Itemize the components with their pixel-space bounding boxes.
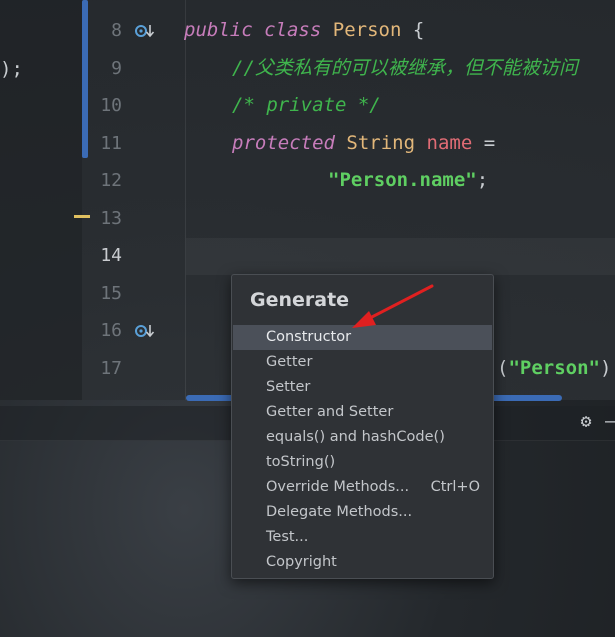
menu-item-label: Getter and Setter (266, 404, 394, 420)
override-arrow-icon[interactable] (135, 22, 157, 40)
line-number: 16 (100, 320, 122, 341)
gutter-separator (185, 0, 186, 400)
code-line-8: public class Person { (184, 12, 424, 49)
code-line-12: "Person.name"; (328, 162, 488, 199)
keyword-class: class (264, 19, 322, 41)
menu-item-label: toString() (266, 454, 336, 470)
menu-item-label: Setter (266, 379, 311, 395)
menu-item-test[interactable]: Test... (233, 525, 492, 550)
left-pane-code-fragment: ); (0, 58, 23, 80)
menu-item-label: Constructor (266, 329, 352, 345)
semicolon: ; (476, 169, 489, 191)
block-comment: /* private */ (232, 94, 381, 116)
menu-item-shortcut: Ctrl+O (430, 479, 480, 495)
line-number: 12 (100, 170, 122, 191)
popup-title: Generate (250, 289, 350, 311)
field-name: name (426, 132, 473, 154)
menu-item-constructor[interactable]: Constructor (233, 325, 492, 350)
line-number-active: 14 (100, 245, 122, 266)
code-line-11: protected String name = (232, 125, 495, 162)
menu-item-label: Copyright (266, 554, 337, 570)
class-name: Person (332, 19, 402, 41)
line-number: 10 (100, 95, 122, 116)
menu-item-label: Delegate Methods... (266, 504, 413, 520)
code-line-9: //父类私有的可以被继承，但不能被访问 (232, 50, 578, 87)
line-comment: //父类私有的可以被继承，但不能被访问 (232, 57, 578, 79)
current-line-highlight (186, 238, 615, 275)
type-string: String (346, 132, 416, 154)
menu-item-tostring[interactable]: toString() (233, 450, 492, 475)
override-arrow-icon[interactable] (135, 322, 157, 340)
close-paren: ) (599, 357, 612, 379)
keyword-protected: protected (232, 132, 335, 154)
change-marker-bar (82, 0, 88, 158)
menu-item-override-methods[interactable]: Override Methods... Ctrl+O (233, 475, 492, 500)
menu-item-delegate-methods[interactable]: Delegate Methods... (233, 500, 492, 525)
open-paren: ( (497, 357, 509, 379)
code-line-17: ("Person") (497, 350, 611, 387)
warning-marker (74, 215, 90, 218)
menu-item-label: equals() and hashCode() (266, 429, 445, 445)
line-number: 15 (100, 283, 122, 304)
line-number: 8 (111, 20, 122, 41)
menu-item-label: Test... (266, 529, 309, 545)
string-literal: "Person" (508, 357, 600, 379)
code-line-10: /* private */ (232, 87, 381, 124)
open-brace: { (401, 19, 425, 41)
gear-icon[interactable]: ⚙ (575, 411, 597, 433)
hide-icon[interactable]: – (605, 411, 615, 433)
line-number: 17 (100, 358, 122, 379)
menu-item-setter[interactable]: Setter (233, 375, 492, 400)
menu-item-copyright[interactable]: Copyright (233, 550, 492, 575)
menu-item-label: Override Methods... (266, 479, 410, 495)
line-number: 13 (100, 208, 122, 229)
menu-item-equals-hashcode[interactable]: equals() and hashCode() (233, 425, 492, 450)
keyword-public: public (184, 19, 253, 41)
left-editor-pane: ); (0, 0, 82, 400)
menu-item-label: Getter (266, 354, 313, 370)
menu-item-getter[interactable]: Getter (233, 350, 492, 375)
generate-popup: Generate Constructor Getter Setter Gette… (231, 274, 494, 579)
string-literal: "Person.name" (328, 169, 477, 191)
line-number: 11 (100, 133, 122, 154)
menu-item-getter-and-setter[interactable]: Getter and Setter (233, 400, 492, 425)
line-number: 9 (111, 58, 122, 79)
assign-operator: = (472, 132, 496, 154)
